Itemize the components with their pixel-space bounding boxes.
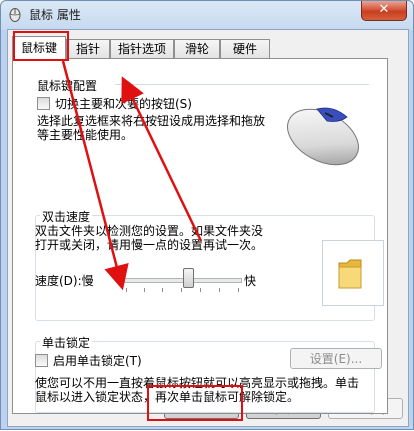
slider-tick [200,288,201,292]
dialog-client-area: 鼠标键 指针 指针选项 滑轮 硬件 鼠标键配置 切换主要和次要的按钮(S) 选择… [7,29,409,427]
click-lock-description: 使您可以不用一直按着鼠标按钮就可以高亮显示或拖拽。单击 鼠标以进入锁定状态，再次… [35,376,379,404]
tab-pointer-options[interactable]: 指针选项 [110,39,174,58]
mouse-illustration-icon [287,107,359,166]
slider-tick [126,288,127,292]
switch-buttons-option[interactable]: 切换主要和次要的按钮(S) [37,95,192,112]
speed-slow-label: 速度(D):慢 [35,274,94,288]
switch-buttons-label: 切换主要和次要的按钮(S) [55,97,192,111]
speed-slider-thumb[interactable] [182,268,194,288]
title-bar: 鼠标 属性 ✕ [1,1,413,27]
click-lock-title: 单击锁定 [40,334,93,351]
enable-click-lock-label: 启用单击锁定(T) [53,354,142,368]
slider-tick [144,288,145,292]
close-icon: ✕ [378,2,390,17]
description-line: 双击文件夹以检测您的设置。如果文件夹没 [35,224,264,238]
tab-buttons[interactable]: 鼠标键 [12,36,66,59]
switch-buttons-description: 选择此复选框来将右按钮设成用选择和拖放 等主要性能使用。 [37,114,277,142]
slider-tick [219,288,220,292]
switch-buttons-checkbox[interactable] [37,97,50,110]
window-title: 鼠标 属性 [29,8,81,22]
close-button[interactable]: ✕ [361,1,407,21]
enable-click-lock-option[interactable]: 启用单击锁定(T) [35,352,142,369]
click-lock-group: 单击锁定 启用单击锁定(T) 设置(E)... 使您可以不用一直按着鼠标按钮就可… [35,334,382,413]
speed-fast-label: 快 [244,274,257,288]
enable-click-lock-checkbox[interactable] [35,354,48,367]
tab-panel-buttons: 鼠标键配置 切换主要和次要的按钮(S) 选择此复选框来将右按钮设成用选择和拖放 … [12,58,388,414]
button-config-group: 鼠标键配置 切换主要和次要的按钮(S) 选择此复选框来将右按钮设成用选择和拖放 … [37,77,369,181]
button-config-title: 鼠标键配置 [37,79,98,93]
test-folder-box[interactable] [322,240,384,306]
tab-pointers[interactable]: 指针 [66,39,110,58]
description-line: 选择此复选框来将右按钮设成用选择和拖放 [37,114,266,128]
mouse-properties-window: 鼠标 属性 ✕ 鼠标键 指针 指针选项 滑轮 硬件 鼠标键配置 切换主要和次要的… [0,0,414,430]
slider-tick [162,288,163,292]
tab-wheel[interactable]: 滑轮 [174,39,220,58]
settings-button[interactable]: 设置(E)... [290,348,382,369]
group-divider [115,84,369,85]
tab-hardware[interactable]: 硬件 [220,39,270,58]
description-line: 等主要性能使用。 [37,128,134,142]
description-line: 打开或关闭，请用慢一点的设置再试一次。 [35,238,264,252]
description-line: 使您可以不用一直按着鼠标按钮就可以高亮显示或拖拽。单击 [35,376,360,390]
mouse-icon [9,8,21,22]
double-click-description: 双击文件夹以检测您的设置。如果文件夹没 打开或关闭，请用慢一点的设置再试一次。 [35,224,285,252]
description-line: 鼠标以进入锁定状态，再次单击鼠标可解除锁定。 [35,390,300,404]
slider-tick [181,288,182,292]
double-click-speed-group: 双击速度 双击文件夹以检测您的设置。如果文件夹没 打开或关闭，请用慢一点的设置再… [35,208,384,321]
slider-tick [238,288,239,292]
double-click-title: 双击速度 [40,208,93,225]
folder-icon[interactable] [337,257,363,291]
